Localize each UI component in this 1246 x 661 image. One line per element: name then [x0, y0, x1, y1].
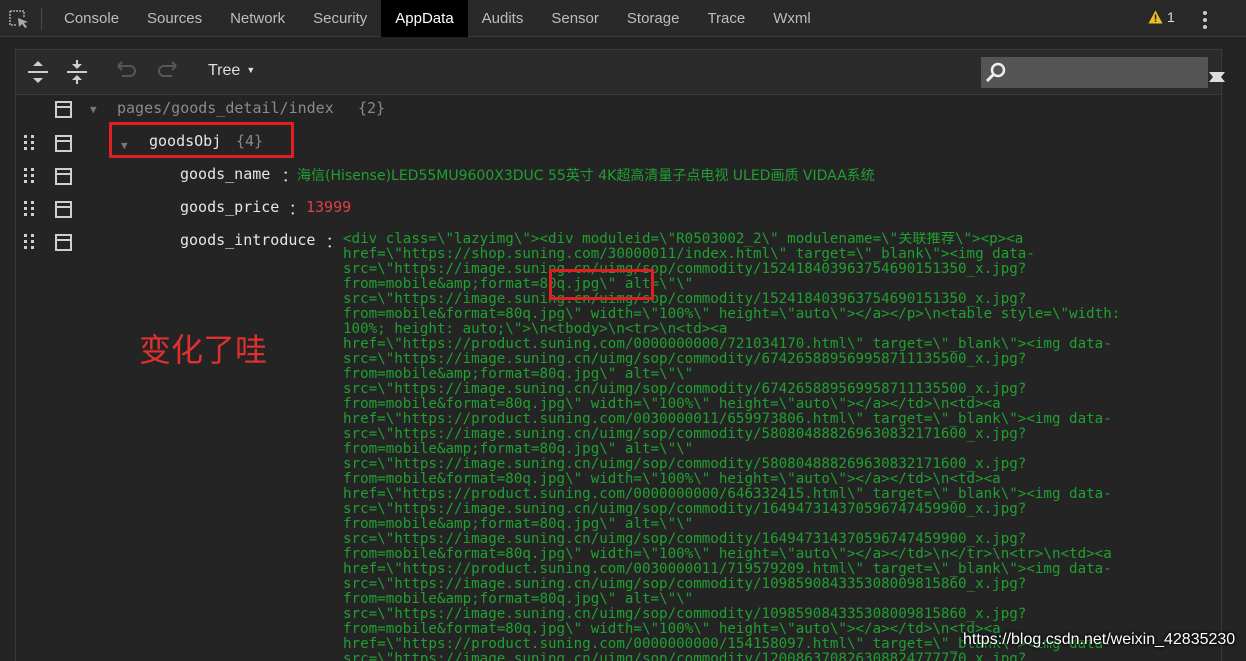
intro-line: href=\"https://product.suning.com/003000… [343, 411, 1112, 427]
collapse-all-icon[interactable] [65, 60, 89, 84]
intro-line: src=\"https://image.suning.cn/uimg/sop/c… [343, 651, 1027, 661]
watermark: https://blog.csdn.net/weixin_42835230 [963, 631, 1236, 648]
tab-audits[interactable]: Audits [468, 0, 538, 37]
goods-price-key: goods_price [180, 198, 280, 216]
intro-line: href=\"https://product.suning.com/000000… [343, 336, 1112, 352]
intro-line: href=\"https://product.suning.com/003000… [343, 561, 1112, 577]
node-toggle-icon[interactable] [55, 168, 72, 185]
intro-line: <div class=\"lazyimg\"><div moduleid=\"R… [343, 232, 1024, 247]
expand-triangle-icon[interactable]: ▼ [90, 103, 97, 116]
tab-console[interactable]: Console [50, 0, 133, 37]
goods-introduce-key: goods_introduce [180, 231, 316, 249]
tab-trace[interactable]: Trace [693, 0, 759, 37]
drag-handle-icon[interactable] [24, 201, 36, 217]
drag-handle-icon[interactable] [24, 135, 36, 151]
drag-handle-icon[interactable] [24, 234, 36, 250]
intro-line: src=\"https://image.suning.cn/uimg/sop/c… [343, 531, 1027, 547]
goods-price-value[interactable]: 13999 [306, 198, 351, 216]
goods-name-key: goods_name [180, 165, 271, 183]
intro-line: from=mobile&format=80q.jpg\" width=\"100… [343, 471, 1001, 487]
tree-row-goods-introduce[interactable]: goods_introduce ： [0, 229, 343, 253]
intro-line: from=mobile&amp;format=80q.jpg\" alt=\"\… [343, 516, 694, 532]
tab-sensor[interactable]: Sensor [537, 0, 613, 37]
intro-line: from=mobile&amp;format=80q.jpg\" alt=\"\… [343, 366, 694, 382]
node-toggle-icon[interactable] [55, 201, 72, 218]
tab-sources[interactable]: Sources [133, 0, 216, 37]
view-mode-dropdown[interactable]: Tree ▼ [208, 62, 255, 80]
tab-storage[interactable]: Storage [613, 0, 694, 37]
chevron-down-icon: ▼ [246, 65, 256, 75]
root-path: pages/goods_detail/index [117, 99, 334, 117]
tab-appdata[interactable]: AppData [381, 0, 468, 37]
intro-line: src=\"https://image.suning.cn/uimg/sop/c… [343, 291, 1027, 307]
intro-line: src=\"https://image.suning.cn/uimg/sop/c… [343, 261, 1027, 277]
tab-network[interactable]: Network [216, 0, 299, 37]
appdata-toolbar: Tree ▼ [16, 50, 1225, 95]
intro-line: href=\"https://shop.suning.com/30000011/… [343, 246, 1035, 262]
key-separator: ： [326, 233, 342, 251]
expand-all-icon[interactable] [26, 60, 50, 84]
intro-line: src=\"https://image.suning.cn/uimg/sop/c… [343, 456, 1027, 472]
tree-row-goods-price[interactable]: goods_price ： 13999 [0, 196, 1246, 220]
intro-line: from=mobile&amp;format=80q.jpg\" alt=\"\… [343, 276, 694, 292]
devtools-tabs: Console Sources Network Security AppData… [50, 0, 825, 37]
search-icon [985, 62, 1006, 83]
intro-line: 100%; height: auto;\">\n<tbody>\n<tr>\n<… [343, 321, 728, 337]
intro-line: from=mobile&format=80q.jpg\" width=\"100… [343, 396, 1001, 412]
intro-line: from=mobile&amp;format=80q.jpg\" alt=\"\… [343, 441, 694, 457]
tab-bar-separator [41, 8, 42, 30]
key-separator: ： [289, 200, 305, 218]
intro-line: src=\"https://image.suning.cn/uimg/sop/c… [343, 381, 1027, 397]
root-count: {2} [358, 99, 386, 117]
intro-line: href=\"https://product.suning.com/000000… [343, 486, 1112, 502]
tab-security[interactable]: Security [299, 0, 381, 37]
tree-row-goods-name[interactable]: goods_name ： 海信(Hisense)LED55MU9600X3DUC… [0, 163, 1246, 187]
intro-line: from=mobile&amp;format=80q.jpg\" alt=\"\… [343, 591, 694, 607]
key-separator: ： [282, 167, 298, 185]
node-toggle-icon[interactable] [55, 234, 72, 251]
intro-line: src=\"https://image.suning.cn/uimg/sop/c… [343, 606, 1027, 622]
undo-icon[interactable] [114, 60, 138, 84]
goods-introduce-value[interactable]: <div class=\"lazyimg\"><div moduleid=\"R… [343, 232, 1213, 661]
warning-icon [1148, 10, 1163, 24]
intro-line: src=\"https://image.suning.cn/uimg/sop/c… [343, 501, 1027, 517]
search-box[interactable] [981, 57, 1225, 88]
annotation-text: 变化了哇 [139, 331, 268, 369]
inspect-element-icon[interactable] [8, 9, 30, 29]
view-mode-label: Tree [208, 62, 241, 79]
search-prev-icon[interactable] [1208, 70, 1226, 84]
drag-handle-icon[interactable] [24, 168, 36, 184]
intro-line: src=\"https://image.suning.cn/uimg/sop/c… [343, 576, 1027, 592]
intro-line: from=mobile&format=80q.jpg\" width=\"100… [343, 546, 1112, 562]
more-menu-icon[interactable] [1201, 9, 1209, 29]
highlight-box-goodsobj [109, 122, 294, 158]
highlight-box-format [549, 269, 654, 300]
intro-line: src=\"https://image.suning.cn/uimg/sop/c… [343, 426, 1027, 442]
redo-icon[interactable] [156, 60, 180, 84]
intro-line: from=mobile&format=80q.jpg\" width=\"100… [343, 306, 1121, 322]
tree-row-root[interactable]: ▼ pages/goods_detail/index {2} [0, 97, 1246, 121]
intro-line: src=\"https://image.suning.cn/uimg/sop/c… [343, 351, 1027, 367]
goods-name-value[interactable]: 海信(Hisense)LED55MU9600X3DUC 55英寸 4K超高清量子… [297, 165, 875, 185]
devtools-tab-bar: Console Sources Network Security AppData… [0, 0, 1246, 37]
node-toggle-icon[interactable] [55, 135, 72, 152]
tab-wxml[interactable]: Wxml [759, 0, 825, 37]
warning-indicator[interactable]: 1 [1148, 9, 1175, 25]
node-toggle-icon[interactable] [55, 101, 72, 118]
warning-count: 1 [1167, 9, 1175, 25]
